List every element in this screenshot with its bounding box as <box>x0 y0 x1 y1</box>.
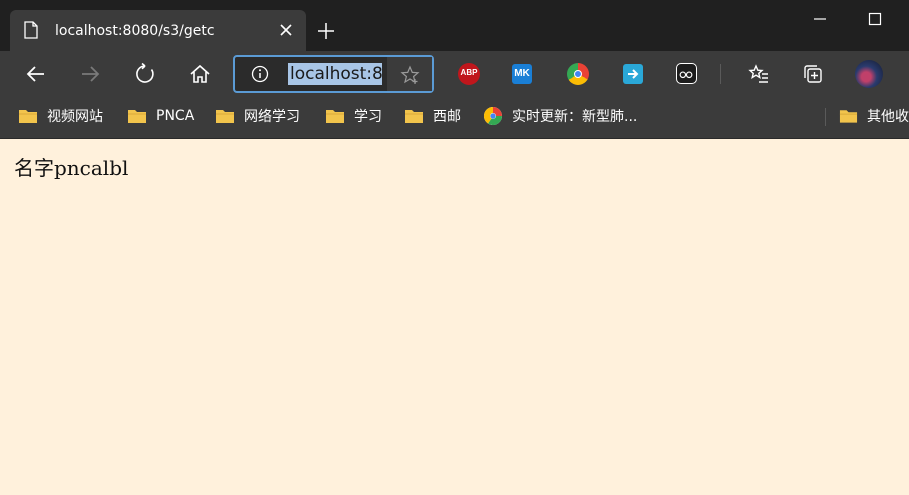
home-icon <box>190 64 210 83</box>
bookmarks-bar: 视频网站 PNCA 网络学习 学习 西邮 实时更新：新型肺... 其他收 <box>0 97 909 139</box>
favorites-button[interactable] <box>747 62 771 86</box>
folder-icon <box>326 110 344 123</box>
browser-tab[interactable]: localhost:8080/s3/getc <box>10 10 306 51</box>
forward-button[interactable] <box>78 62 102 86</box>
bookmark-folder-study[interactable]: 学习 <box>325 105 382 127</box>
adblock-label: ABP <box>460 68 478 77</box>
address-bar[interactable]: localhost:8 <box>233 55 434 93</box>
toolbar-divider <box>720 64 721 84</box>
new-tab-icon[interactable] <box>316 21 336 41</box>
minimize-icon[interactable] <box>813 12 827 26</box>
forward-icon <box>82 66 100 82</box>
collections-button[interactable] <box>801 62 825 86</box>
close-tab-icon[interactable] <box>278 22 294 38</box>
bookmark-folder-other[interactable]: 其他收 <box>839 105 909 127</box>
glasses-extension-icon[interactable] <box>676 63 697 84</box>
home-button[interactable] <box>188 62 212 86</box>
page-text: 名字pncalbl <box>14 156 129 180</box>
folder-icon <box>216 110 234 123</box>
bookmark-folder-xiyou[interactable]: 西邮 <box>404 105 461 127</box>
mk-label: MK <box>514 68 530 79</box>
glasses-icon <box>679 71 693 79</box>
chrome-center <box>574 70 582 78</box>
favorite-star-icon <box>400 65 420 84</box>
page-content: 名字pncalbl <box>0 139 909 495</box>
address-input[interactable]: localhost:8 <box>288 63 382 85</box>
maximize-icon[interactable] <box>868 12 882 26</box>
refresh-button[interactable] <box>133 62 157 86</box>
mk-extension-icon[interactable]: MK <box>512 64 532 84</box>
chrome-extension-icon[interactable] <box>567 63 589 85</box>
bookmark-label: 视频网站 <box>47 109 103 125</box>
bookmarks-divider <box>825 108 826 126</box>
bookmark-label: 实时更新：新型肺... <box>512 109 638 125</box>
refresh-icon <box>136 62 154 83</box>
bookmark-folder-online-learning[interactable]: 网络学习 <box>215 105 300 127</box>
favorites-list-icon <box>748 64 768 83</box>
bookmark-label: PNCA <box>156 108 195 124</box>
bookmark-label: 网络学习 <box>244 109 300 125</box>
site-info-icon[interactable] <box>251 65 269 83</box>
send-extension-icon[interactable] <box>623 64 643 84</box>
bookmark-folder-pnca[interactable]: PNCA <box>127 105 194 127</box>
bookmark-folder-video[interactable]: 视频网站 <box>18 105 103 127</box>
folder-icon <box>839 110 858 123</box>
toolbar: localhost:8 ABP MK <box>0 51 909 97</box>
site-icon <box>483 106 502 126</box>
profile-avatar[interactable] <box>855 60 883 88</box>
bookmark-label: 学习 <box>354 109 382 125</box>
title-bar: localhost:8080/s3/getc <box>0 0 909 51</box>
collections-icon <box>804 65 822 83</box>
folder-icon <box>405 110 423 123</box>
back-button[interactable] <box>24 62 48 86</box>
bookmark-realtime-update[interactable]: 实时更新：新型肺... <box>483 105 637 127</box>
add-favorite-button[interactable] <box>387 57 432 91</box>
page-icon <box>24 21 38 39</box>
bookmark-label: 其他收 <box>867 109 909 125</box>
adblock-extension-icon[interactable]: ABP <box>458 63 480 85</box>
folder-icon <box>128 110 146 123</box>
tab-title: localhost:8080/s3/getc <box>55 23 215 39</box>
arrow-icon <box>628 69 639 79</box>
back-icon <box>26 66 44 82</box>
bookmark-label: 西邮 <box>433 109 461 125</box>
folder-icon <box>19 110 37 123</box>
